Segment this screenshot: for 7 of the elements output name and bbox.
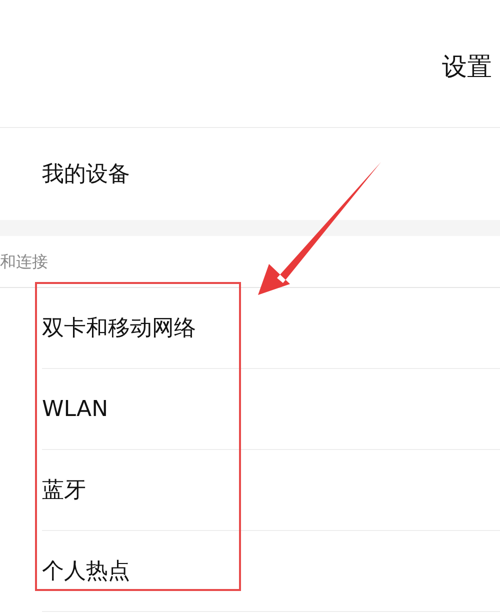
list-item[interactable]: 蓝牙 [42,474,86,506]
page-title: 设置 [442,50,492,83]
section-header: 和连接 [0,250,48,272]
list-item[interactable]: 双卡和移动网络 [42,312,196,344]
list-item[interactable]: WLAN [42,392,108,426]
list-item[interactable]: 个人热点 [42,554,130,588]
list-item[interactable]: 我的设备 [0,128,500,220]
